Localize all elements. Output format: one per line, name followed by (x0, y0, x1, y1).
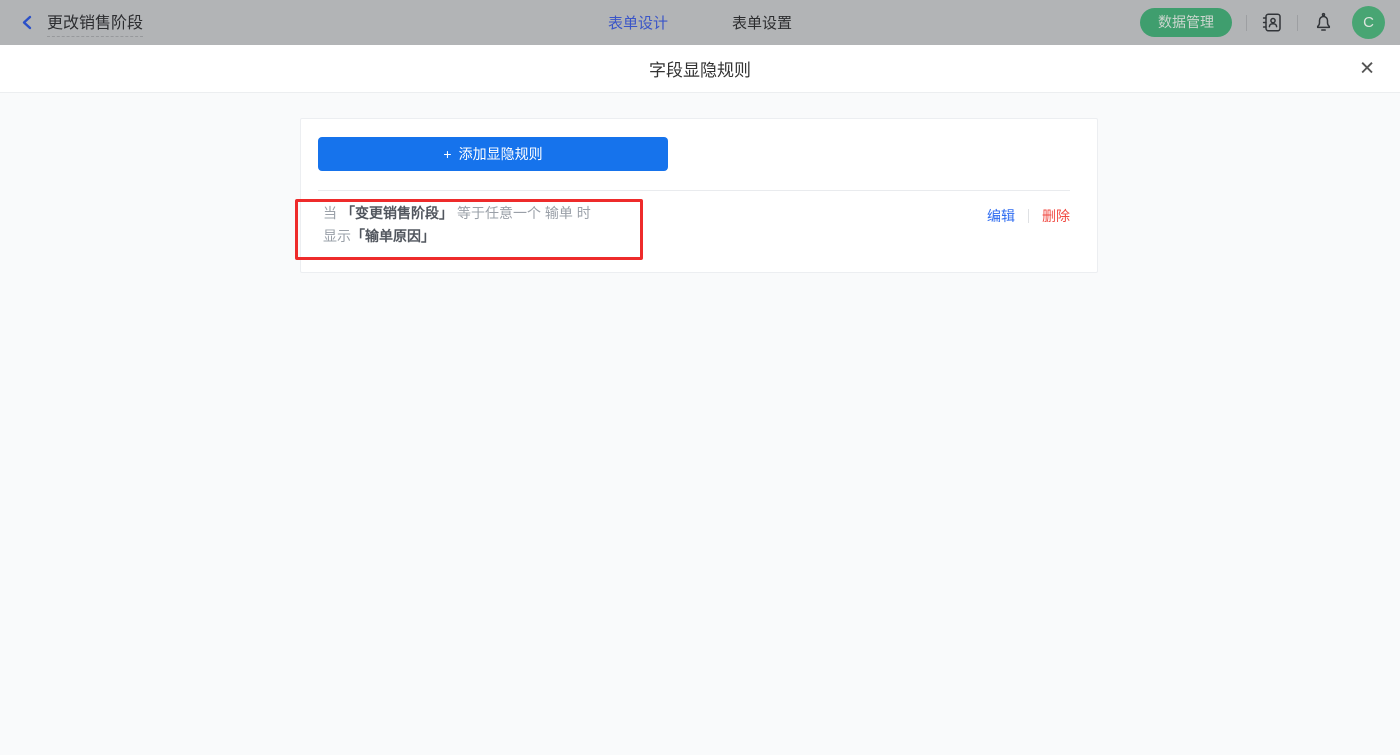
rule-show: 显示 (323, 228, 351, 244)
rule-condition: 等于任意一个 输单 时 (457, 205, 591, 221)
rule-row: 当「变更销售阶段」 等于任意一个 输单 时 显示「输单原因」 编辑 删除 (301, 191, 1097, 248)
back-button[interactable] (20, 15, 35, 30)
notification-bell-icon[interactable] (1312, 12, 1334, 34)
edit-rule-link[interactable]: 编辑 (987, 206, 1015, 226)
header-tabs: 表单设计 表单设置 (608, 0, 792, 45)
rule-when: 当 (323, 205, 337, 221)
data-manage-button[interactable]: 数据管理 (1140, 8, 1232, 37)
rule-line-1: 当「变更销售阶段」 等于任意一个 输单 时 (323, 202, 595, 225)
form-name-title[interactable]: 更改销售阶段 (47, 9, 144, 37)
header-right: 数据管理 C (1140, 0, 1385, 45)
chevron-left-icon (20, 15, 35, 30)
app-header: 更改销售阶段 表单设计 表单设置 数据管理 C (0, 0, 1400, 45)
rule-actions: 编辑 删除 (987, 206, 1070, 226)
tab-form-design[interactable]: 表单设计 (608, 12, 668, 33)
actions-divider (1028, 209, 1029, 223)
rule-line-2: 显示「输单原因」 (323, 225, 595, 248)
header-divider (1297, 14, 1298, 31)
header-divider (1246, 14, 1247, 31)
rule-description: 当「变更销售阶段」 等于任意一个 输单 时 显示「输单原因」 (323, 202, 595, 248)
delete-rule-link[interactable]: 删除 (1042, 206, 1070, 226)
tab-form-settings[interactable]: 表单设置 (732, 12, 792, 33)
user-avatar[interactable]: C (1352, 6, 1385, 39)
plus-icon: + (443, 146, 452, 162)
modal-title: 字段显隐规则 (649, 61, 751, 80)
add-rule-button[interactable]: + 添加显隐规则 (318, 137, 668, 171)
close-icon[interactable]: ✕ (1359, 59, 1375, 78)
modal-body: + 添加显隐规则 当「变更销售阶段」 等于任意一个 输单 时 显示「输单原因」 编… (0, 93, 1400, 755)
contacts-book-icon[interactable] (1261, 12, 1283, 34)
header-left: 更改销售阶段 (0, 9, 144, 37)
rule-field-1: 「变更销售阶段」 (341, 205, 453, 221)
rule-field-2: 「输单原因」 (351, 228, 435, 244)
rules-card: + 添加显隐规则 当「变更销售阶段」 等于任意一个 输单 时 显示「输单原因」 编… (300, 118, 1098, 273)
add-rule-button-label: 添加显隐规则 (458, 146, 543, 162)
modal-titlebar: 字段显隐规则 ✕ (0, 45, 1400, 93)
